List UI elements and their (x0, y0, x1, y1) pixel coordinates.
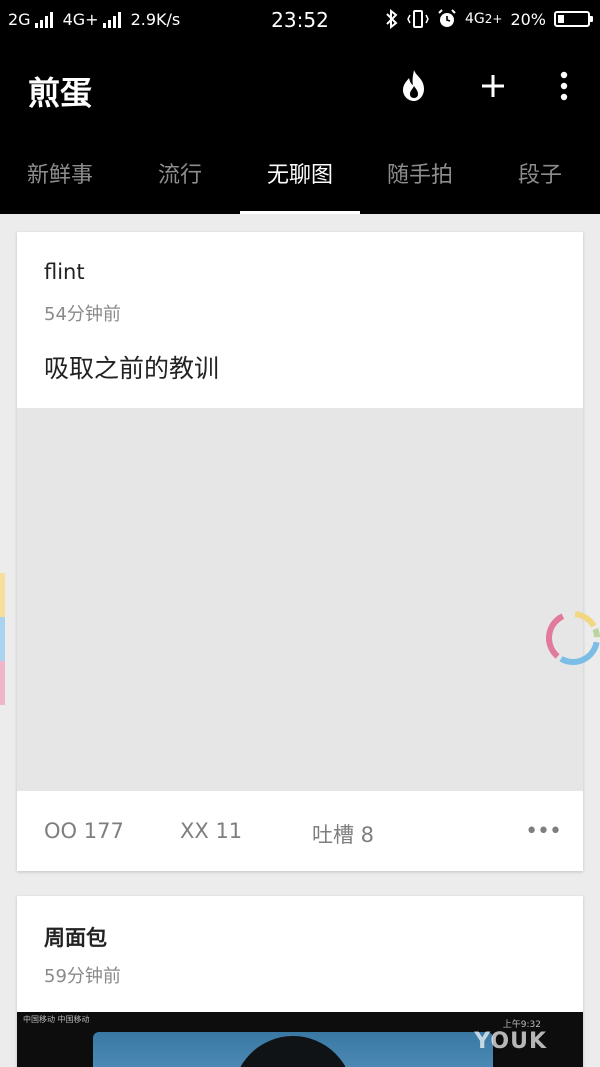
post-text: 吸取之前的教训 (44, 354, 220, 383)
post-image[interactable] (17, 408, 583, 791)
bluetooth-icon (385, 9, 399, 29)
post-more-icon[interactable]: ••• (525, 819, 562, 844)
tab-snapshots[interactable]: 随手拍 (360, 132, 480, 214)
oo-vote-button[interactable]: OO 177 (44, 819, 124, 843)
tab-active-indicator (240, 211, 360, 214)
arc-yellow-segment (574, 611, 597, 628)
app-title: 煎蛋 (28, 74, 93, 112)
tab-jokes[interactable]: 段子 (480, 132, 600, 214)
tab-label: 段子 (517, 163, 562, 188)
arc-blue-segment (559, 641, 600, 665)
tab-label: 随手拍 (386, 163, 453, 188)
more-menu-button[interactable] (542, 64, 586, 108)
vibrate-icon (407, 9, 429, 29)
hot-button[interactable] (392, 64, 436, 108)
tab-fresh-news[interactable]: 新鲜事 (0, 132, 120, 214)
edge-color-strip (0, 573, 5, 705)
battery-percent: 20% (510, 9, 546, 29)
post-actions: OO 177 XX 11 吐槽 8 ••• (17, 791, 583, 871)
status-right: 4G2+ 20% (385, 9, 593, 29)
post-video-thumbnail[interactable]: 中国移动 中国移动 上午9:32 YOUK (17, 1012, 583, 1067)
add-button[interactable] (471, 64, 515, 108)
arc-pink-segment (546, 613, 565, 659)
more-vert-icon (560, 71, 568, 101)
video-carrier-text: 中国移动 中国移动 (23, 1015, 90, 1024)
post-card[interactable]: flint 54分钟前 吸取之前的教训 OO 177 XX 11 吐槽 8 ••… (17, 232, 583, 871)
app-bar: 煎蛋 (0, 42, 600, 132)
alarm-icon (437, 9, 457, 29)
post-card[interactable]: 周面包 59分钟前 中国移动 中国移动 上午9:32 YOUK (17, 896, 583, 1067)
arc-green-segment (592, 627, 600, 638)
post-author[interactable]: flint (44, 260, 85, 284)
add-icon (482, 75, 504, 97)
tab-label: 无聊图 (266, 163, 333, 188)
tab-label: 流行 (157, 163, 202, 188)
category-tabs: 新鲜事 流行 无聊图 随手拍 段子 (0, 132, 600, 214)
loading-spinner-icon (546, 611, 600, 665)
post-time: 54分钟前 (44, 304, 121, 325)
post-author[interactable]: 周面包 (44, 922, 107, 952)
comments-button[interactable]: 吐槽 8 (312, 819, 374, 849)
screen: 2G 4G+ 2.9K/s 23:52 4G2+ 20% 煎蛋 新鲜事 流行 无… (0, 0, 600, 1067)
battery-icon (554, 11, 593, 27)
video-watermark: YOUK (474, 1029, 547, 1054)
tab-boring-pics[interactable]: 无聊图 (240, 132, 360, 214)
post-time: 59分钟前 (44, 966, 121, 987)
xx-vote-button[interactable]: XX 11 (180, 819, 242, 843)
network-4g-right-label: 4G2+ (464, 11, 503, 27)
tab-popular[interactable]: 流行 (120, 132, 240, 214)
fire-icon (403, 70, 424, 101)
tab-label: 新鲜事 (26, 163, 93, 188)
status-bar: 2G 4G+ 2.9K/s 23:52 4G2+ 20% (0, 0, 600, 42)
video-frame (93, 1032, 493, 1067)
